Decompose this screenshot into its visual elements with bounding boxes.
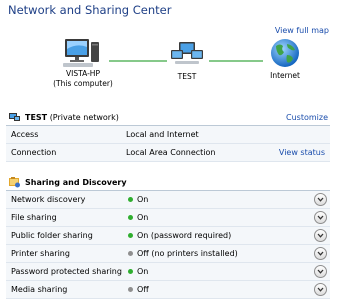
sharing-label: File sharing <box>11 213 57 222</box>
customize-link[interactable]: Customize <box>286 113 328 122</box>
status-indicator-icon <box>128 269 133 274</box>
table-row: Access Local and Internet <box>6 126 330 144</box>
sharing-icon <box>9 177 20 188</box>
row-label: Access <box>11 130 39 139</box>
connection-line-network-internet <box>209 60 263 62</box>
sharing-status: Off (no printers installed) <box>137 249 238 258</box>
sharing-status: On (password required) <box>137 231 232 240</box>
row-value: Local and Internet <box>126 130 199 139</box>
internet-name: Internet <box>270 71 300 80</box>
status-indicator-icon <box>128 287 133 292</box>
status-indicator-icon <box>128 197 133 202</box>
expand-chevron-icon[interactable] <box>314 193 327 206</box>
sharing-table: Network discovery On File sharing On Public … <box>6 190 330 299</box>
network-name-heading: TEST <box>25 113 48 122</box>
expand-chevron-icon[interactable] <box>314 211 327 224</box>
network-icon <box>171 42 203 64</box>
network-type: (Private network) <box>49 113 119 122</box>
view-full-map-link[interactable]: View full map <box>275 26 329 35</box>
row-label: Connection <box>11 148 57 157</box>
map-node-computer[interactable]: VISTA-HP (This computer) <box>48 37 118 89</box>
sharing-section-title: Sharing and Discovery <box>25 178 127 187</box>
map-node-network[interactable]: TEST <box>163 40 211 82</box>
status-indicator-icon <box>128 215 133 220</box>
map-node-internet[interactable]: Internet <box>263 37 307 81</box>
sharing-row[interactable]: File sharing On <box>6 209 330 227</box>
computer-icon <box>63 39 99 67</box>
sharing-row[interactable]: Printer sharing Off (no printers installe… <box>6 245 330 263</box>
computer-name: VISTA-HP <box>66 69 100 78</box>
sharing-row[interactable]: Network discovery On <box>6 191 330 209</box>
page-title: Network and Sharing Center <box>8 3 172 17</box>
sharing-row[interactable]: Media sharing Off <box>6 281 330 299</box>
network-details-table: Access Local and Internet Connection Loc… <box>6 125 330 162</box>
sharing-label: Network discovery <box>11 195 86 204</box>
expand-chevron-icon[interactable] <box>314 265 327 278</box>
sharing-section-header: Sharing and Discovery <box>0 174 338 191</box>
sharing-label: Media sharing <box>11 285 68 294</box>
view-status-link[interactable]: View status <box>279 148 325 157</box>
network-name: TEST <box>177 72 197 81</box>
globe-icon <box>271 39 299 67</box>
network-icon <box>9 113 20 121</box>
status-indicator-icon <box>128 251 133 256</box>
sharing-label: Public folder sharing <box>11 231 93 240</box>
status-indicator-icon <box>128 233 133 238</box>
sharing-status: On <box>137 195 149 204</box>
sharing-label: Password protected sharing <box>11 267 122 276</box>
expand-chevron-icon[interactable] <box>314 283 327 296</box>
sharing-row[interactable]: Public folder sharing On (password requir… <box>6 227 330 245</box>
sharing-status: On <box>137 213 149 222</box>
sharing-status: On <box>137 267 149 276</box>
table-row: Connection Local Area Connection View st… <box>6 144 330 162</box>
expand-chevron-icon[interactable] <box>314 229 327 242</box>
row-value: Local Area Connection <box>126 148 216 157</box>
expand-chevron-icon[interactable] <box>314 247 327 260</box>
sharing-status: Off <box>137 285 149 294</box>
sharing-label: Printer sharing <box>11 249 70 258</box>
sharing-row[interactable]: Password protected sharing On <box>6 263 330 281</box>
network-section-header: TEST (Private network) Customize <box>0 109 338 126</box>
computer-subtitle: (This computer) <box>53 79 113 88</box>
